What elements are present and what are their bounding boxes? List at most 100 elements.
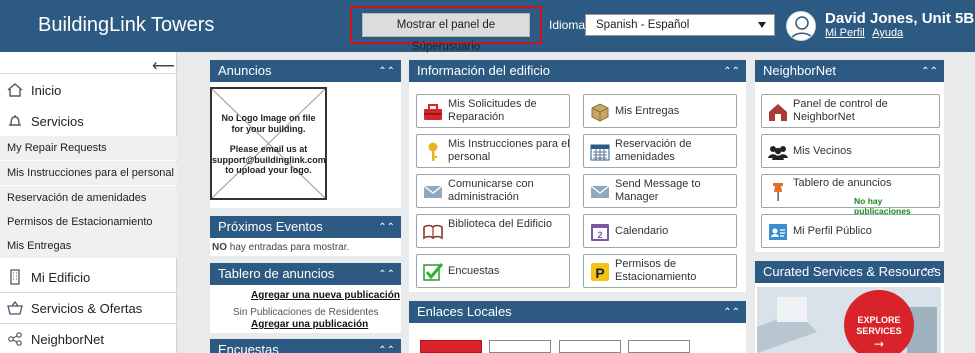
book-icon [422, 221, 444, 243]
explore-services-banner[interactable]: EXPLORE SERVICES → [757, 287, 941, 353]
sidebar-item-label: Inicio [31, 83, 62, 98]
sidebar-item-neighbornet[interactable]: NeighborNet [0, 324, 177, 353]
tablero-header[interactable]: Tablero de anuncios ⌃⌃ [210, 263, 401, 285]
eventos-empty-text: hay entradas para mostrar. [229, 242, 350, 253]
sidebar-item-servicios[interactable]: Servicios [0, 106, 177, 136]
sidebar-item-mi-edificio[interactable]: Mi Edificio [0, 262, 177, 292]
calendar-icon: 2 [589, 221, 611, 243]
logo-text-line: No Logo Image on file [221, 113, 316, 123]
svg-text:2: 2 [597, 230, 602, 240]
enlaces-header[interactable]: Enlaces Locales ⌃⌃ [409, 301, 746, 323]
parking-icon: P [589, 261, 611, 283]
brand-title[interactable]: BuildingLink Towers [38, 14, 214, 37]
tile-staff-instructions[interactable]: Mis Instrucciones para el personal [416, 134, 570, 168]
add-post-link[interactable]: Agregar una publicación [251, 319, 368, 330]
tile-label: Biblioteca del Edificio [448, 218, 552, 230]
local-link-thumbnail[interactable] [628, 340, 690, 353]
collapse-chevron-icon[interactable]: ⌃⌃ [378, 61, 395, 83]
local-link-thumbnail[interactable] [559, 340, 621, 353]
eventos-empty-message: NO hay entradas para mostrar. [212, 242, 349, 253]
basket-icon [6, 299, 24, 317]
tile-parking-permits[interactable]: P Permisos de Estacionamiento [583, 254, 737, 288]
sidebar-item-servicios-ofertas[interactable]: Servicios & Ofertas [0, 293, 177, 323]
collapse-chevron-icon[interactable]: ⌃⌃ [921, 262, 938, 284]
tile-label: Send Message to Manager [615, 178, 701, 203]
svg-text:P: P [595, 265, 604, 281]
calendar-grid-icon [589, 141, 611, 163]
tile-building-library[interactable]: Biblioteca del Edificio [416, 214, 570, 248]
tile-repair-requests[interactable]: Mis Solicitudes de Reparación [416, 94, 570, 128]
toolbox-icon [422, 101, 444, 123]
local-link-thumbnail[interactable] [489, 340, 551, 353]
collapse-chevron-icon[interactable]: ⌃⌃ [723, 61, 740, 83]
sidebar-item-label: Servicios [31, 114, 84, 129]
collapse-chevron-icon[interactable]: ⌃⌃ [723, 302, 740, 324]
logo-text-line [212, 134, 325, 144]
sidebar-subitem-instructions[interactable]: Mis Instrucciones para el personal [0, 161, 177, 185]
bell-icon [6, 112, 24, 130]
panel-title: Tablero de anuncios [218, 266, 335, 281]
network-icon [6, 330, 24, 348]
user-name: David Jones, Unit 5B [825, 10, 975, 27]
logo-text-line: for your building. [231, 123, 306, 134]
divider [0, 73, 177, 74]
sidebar-item-label: NeighborNet [31, 332, 104, 347]
tile-public-profile[interactable]: Mi Perfil Público [761, 214, 940, 248]
info-header[interactable]: Información del edificio ⌃⌃ [409, 60, 746, 82]
tile-label: Panel de control de NeighborNet [793, 98, 888, 123]
profile-card-icon [767, 221, 789, 243]
sidebar-subitem-parking[interactable]: Permisos de Estacionamiento [0, 210, 177, 234]
my-profile-link[interactable]: Mi Perfil [825, 27, 865, 39]
sidebar-item-label: Mi Edificio [31, 270, 91, 285]
panel-title: Curated Services & Resources [763, 264, 941, 279]
neighbornet-header[interactable]: NeighborNet ⌃⌃ [755, 60, 944, 82]
tile-bulletin-board[interactable]: Tablero de anuncios No hay publicaciones [761, 174, 940, 216]
eventos-body: NO hay entradas para mostrar. [210, 238, 401, 256]
tile-deliveries[interactable]: Mis Entregas [583, 94, 737, 128]
user-avatar-icon[interactable] [786, 11, 816, 41]
eventos-header[interactable]: Próximos Eventos ⌃⌃ [210, 216, 401, 238]
collapse-chevron-icon[interactable]: ⌃⌃ [378, 217, 395, 239]
no-resident-posts-text: Sin Publicaciones de Residentes [233, 307, 379, 318]
no-logo-placeholder: No Logo Image on file for your building.… [210, 87, 327, 200]
sidebar-subitem-repair[interactable]: My Repair Requests [0, 136, 177, 160]
tile-amenity-reservation[interactable]: Reservación de amenidades [583, 134, 737, 168]
tile-contact-management[interactable]: Comunicarse con administración [416, 174, 570, 208]
logo-text-line: to upload your logo. [225, 165, 312, 175]
envelope-icon [589, 181, 611, 203]
super-user-panel-button[interactable]: Mostrar el panel de Súperusuario [362, 13, 530, 53]
key-icon [422, 141, 444, 163]
language-select[interactable]: Spanish - Español [585, 14, 775, 36]
tile-surveys[interactable]: Encuestas [416, 254, 570, 288]
panel-title: Encuestas [218, 342, 279, 353]
collapse-chevron-icon[interactable]: ⌃⌃ [378, 340, 395, 353]
chevron-down-icon [758, 22, 766, 28]
anuncios-header[interactable]: Anuncios ⌃⌃ [210, 60, 401, 82]
tile-calendar[interactable]: 2 Calendario [583, 214, 737, 248]
sidebar-subitem-deliveries[interactable]: Mis Entregas [0, 234, 177, 258]
house-icon [767, 101, 789, 123]
tile-label: Permisos de Estacionamiento [615, 258, 697, 283]
checkmark-icon [422, 261, 444, 283]
local-link-thumbnail[interactable] [420, 340, 482, 353]
no-posts-status: No hay publicaciones [854, 196, 911, 216]
building-icon [6, 268, 24, 286]
tile-message-manager[interactable]: Send Message to Manager [583, 174, 737, 208]
tile-neighbornet-dashboard[interactable]: Panel de control de NeighborNet [761, 94, 940, 128]
tile-label: Tablero de anuncios [793, 177, 892, 189]
sidebar-subitem-amenities[interactable]: Reservación de amenidades [0, 186, 177, 210]
no-logo-text: No Logo Image on file for your building.… [212, 113, 326, 176]
eventos-empty-bold: NO [212, 242, 227, 253]
collapse-chevron-icon[interactable]: ⌃⌃ [378, 264, 395, 286]
tile-label: Mis Entregas [615, 105, 680, 117]
encuestas-header[interactable]: Encuestas ⌃⌃ [210, 339, 401, 353]
help-link[interactable]: Ayuda [872, 27, 903, 39]
home-icon [6, 81, 24, 99]
sidebar: ⟵ Inicio Servicios My Repair Requests Mi… [0, 52, 177, 353]
add-new-post-link[interactable]: Agregar una nueva publicación [251, 290, 400, 301]
tile-label: Comunicarse con administración [448, 178, 534, 203]
curated-header[interactable]: Curated Services & Resources ⌃⌃ [755, 261, 944, 283]
sidebar-item-inicio[interactable]: Inicio [0, 75, 177, 105]
tile-my-neighbors[interactable]: Mis Vecinos [761, 134, 940, 168]
collapse-chevron-icon[interactable]: ⌃⌃ [921, 61, 938, 83]
